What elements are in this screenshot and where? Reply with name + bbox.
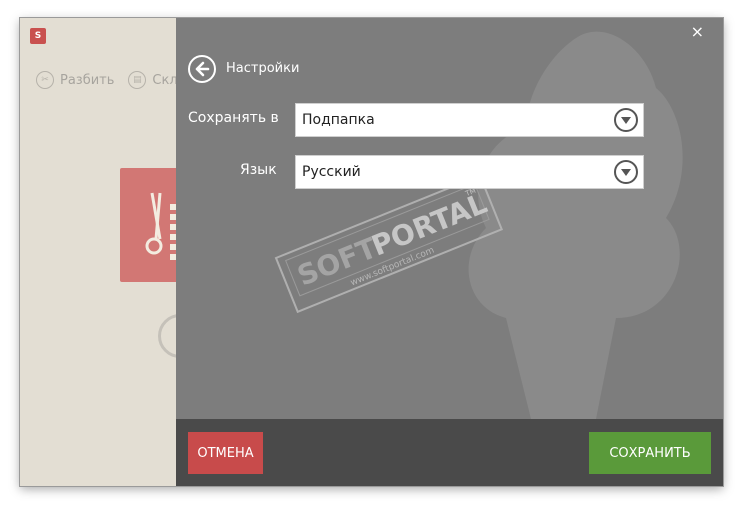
settings-footer: ОТМЕНА СОХРАНИТЬ xyxy=(176,419,723,486)
back-button[interactable] xyxy=(188,55,216,83)
save-button[interactable]: СОХРАНИТЬ xyxy=(589,432,711,474)
save-to-value: Подпапка xyxy=(302,112,375,128)
glue-icon: ▤ xyxy=(128,71,147,89)
settings-panel: SOFT PORTAL TM www.softportal.com × Наст… xyxy=(176,18,723,486)
ice-cream-background-art: SOFT PORTAL TM www.softportal.com xyxy=(274,31,683,419)
close-button[interactable]: × xyxy=(691,22,704,41)
split-tool-label: Разбить xyxy=(60,72,115,88)
save-to-label: Сохранять в xyxy=(188,110,279,126)
app-window: S ✂ Разбить ▤ Скле SOFT PORTAL TM www.so… xyxy=(20,18,723,486)
app-toolbar: ✂ Разбить ▤ Скле xyxy=(36,71,186,89)
app-logo-icon: S xyxy=(30,28,46,44)
language-label: Язык xyxy=(240,162,277,178)
split-tool-button[interactable]: ✂ Разбить xyxy=(36,71,114,89)
arrow-left-icon xyxy=(195,61,210,77)
scissors-icon: ✂ xyxy=(36,71,54,89)
chevron-down-icon xyxy=(614,108,638,132)
save-to-select[interactable]: Подпапка xyxy=(295,103,644,137)
language-select[interactable]: Русский xyxy=(295,155,644,189)
settings-title: Настройки xyxy=(226,61,300,76)
chevron-down-icon xyxy=(614,160,638,184)
language-value: Русский xyxy=(302,164,361,180)
cancel-button[interactable]: ОТМЕНА xyxy=(188,432,263,474)
